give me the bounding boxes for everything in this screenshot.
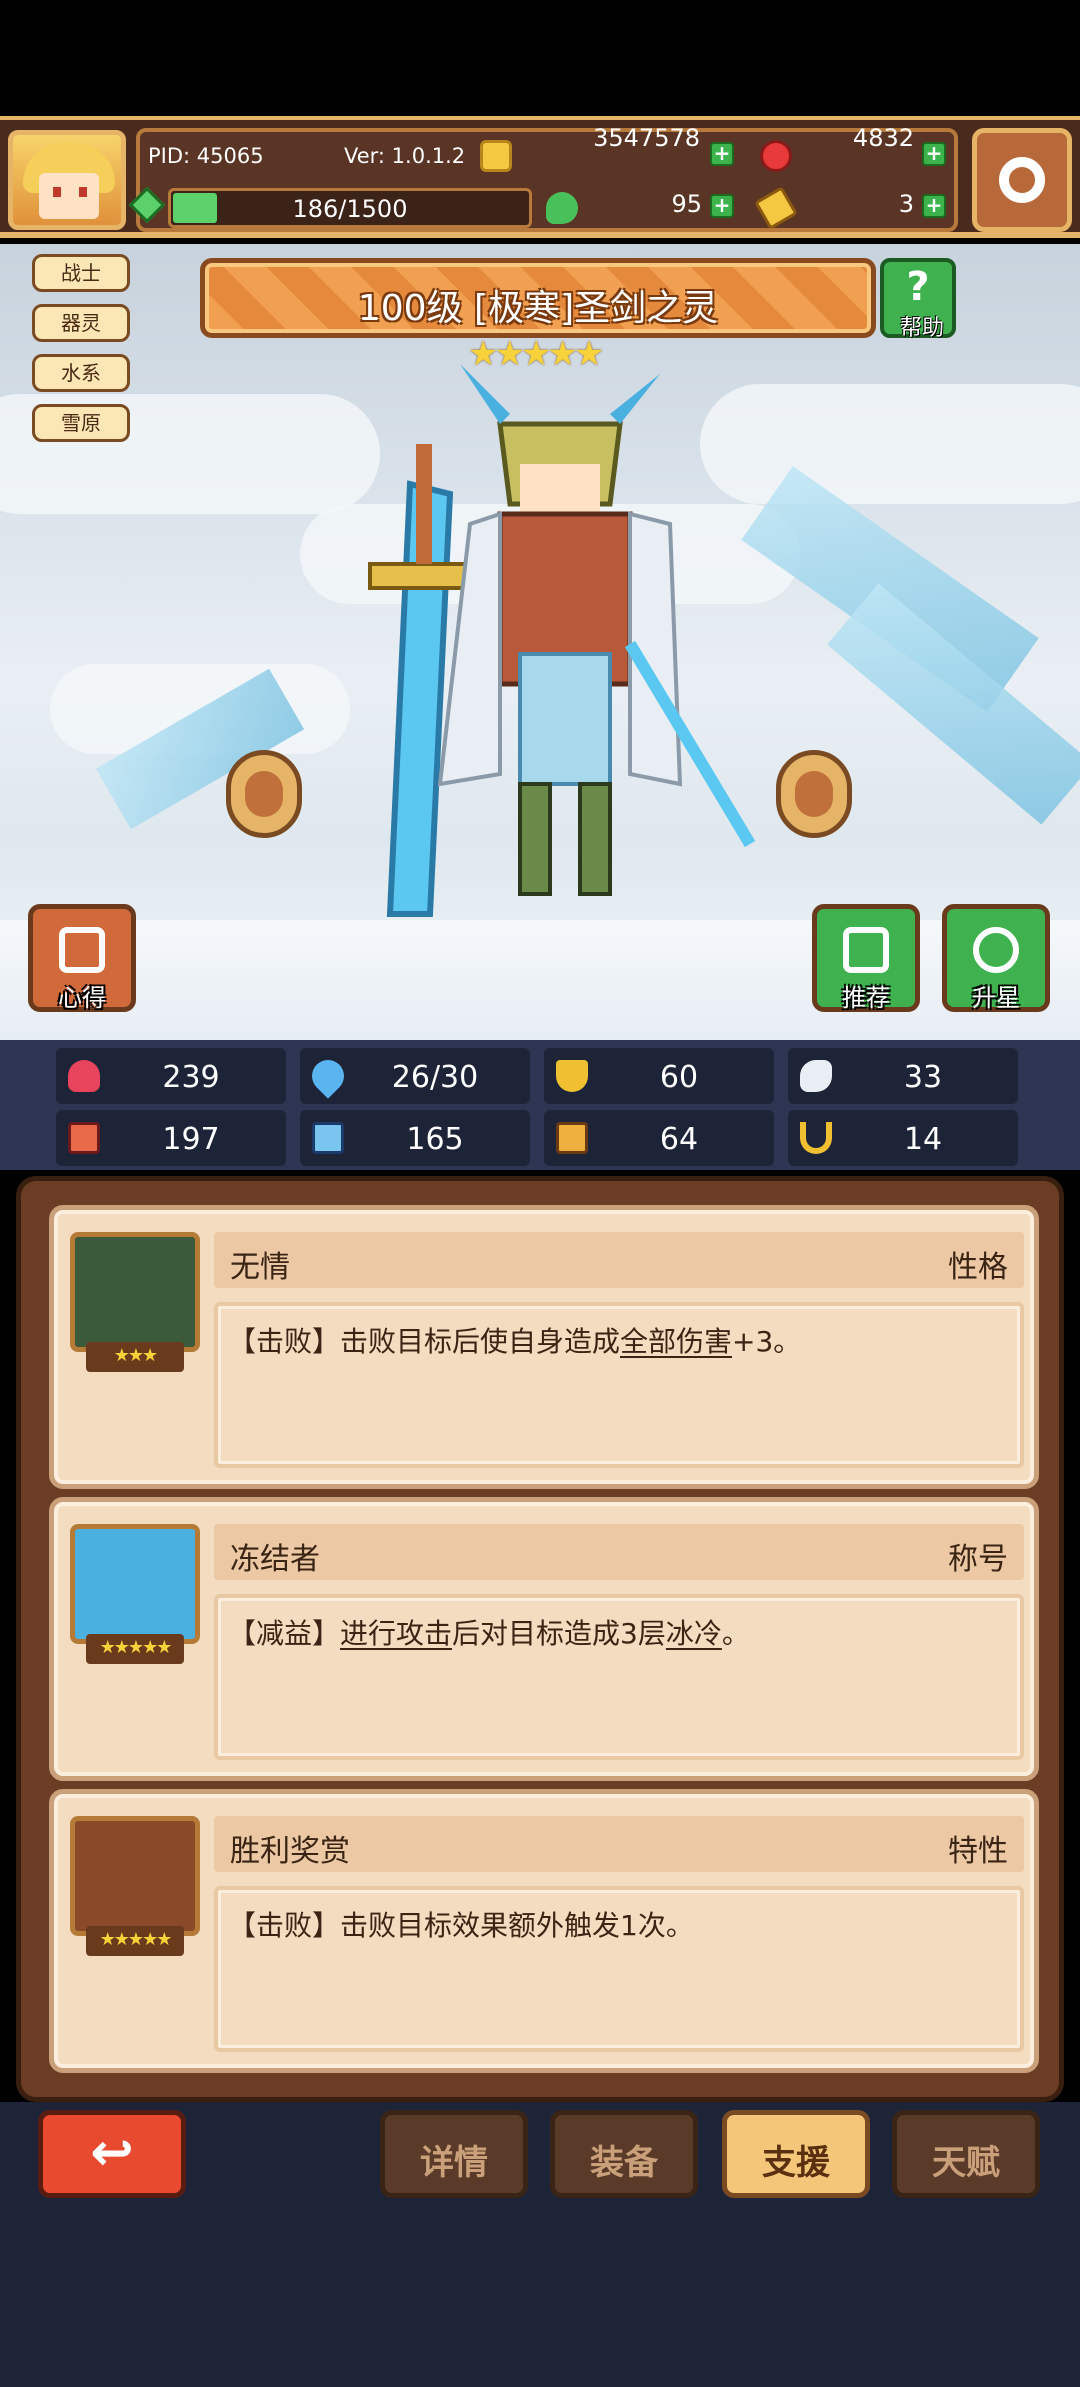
heart-icon [68, 1060, 100, 1092]
stat-luck: 14 [788, 1110, 1018, 1166]
hero-title: 100级 [极寒]圣剑之灵 [357, 288, 719, 329]
keyword-link[interactable]: 冰冷 [666, 1617, 722, 1650]
resource-hud: PID: 45065 Ver: 1.0.1.2 3547578 + 4832 +… [0, 116, 1080, 238]
tab-equipment[interactable]: 装备 [550, 2110, 698, 2198]
tag-region[interactable]: 雪原 [32, 404, 130, 442]
tag-element[interactable]: 水系 [32, 354, 130, 392]
trait-description-box: 【击败】击败目标后使自身造成全部伤害+3。 [214, 1302, 1024, 1468]
add-ticket-button[interactable]: + [922, 194, 946, 218]
stat-skill: 64 [544, 1110, 774, 1166]
question-icon: ? [906, 264, 930, 310]
tab-details[interactable]: 详情 [380, 2110, 528, 2198]
hero-stats: 239 26/30 60 33 197 165 64 14 [0, 1040, 1080, 1170]
gear-icon [999, 157, 1045, 203]
stat-magic: 165 [300, 1110, 530, 1166]
trait-card-feature[interactable]: ★★★★★ 胜利奖赏 特性 【击败】击败目标效果额外触发1次。 [49, 1789, 1039, 2073]
add-clover-button[interactable]: + [710, 194, 734, 218]
notebook-icon [59, 927, 105, 973]
water-drop-icon [305, 1053, 351, 1099]
ticket-amount: 3 [898, 190, 914, 218]
stat-agility: 33 [788, 1048, 1018, 1104]
trait-header: 胜利奖赏 特性 [214, 1816, 1024, 1872]
insight-button[interactable]: 心得 [28, 904, 136, 1012]
star-up-label: 升星 [972, 984, 1020, 1012]
hero-title-banner: 100级 [极寒]圣剑之灵 [200, 258, 876, 338]
star-icon [973, 927, 1019, 973]
trait-stars: ★★★ [86, 1342, 184, 1372]
trait-type: 性格 [948, 1250, 1008, 1285]
system-status-area [0, 0, 1080, 116]
bottom-nav: ↩ 详情 装备 支援 天赋 [0, 2102, 1080, 2387]
trait-name: 无情 [230, 1250, 290, 1285]
keyword-link[interactable]: 全部伤害 [620, 1325, 732, 1358]
red-gem-amount: 4832 [852, 124, 914, 152]
red-gem-icon [760, 140, 792, 172]
tab-support[interactable]: 支援 [722, 2110, 870, 2198]
player-avatar[interactable] [8, 130, 126, 230]
trait-card-title[interactable]: ★★★★★ 冻结者 称号 【减益】进行攻击后对目标造成3层冰冷。 [49, 1497, 1039, 1781]
scroll-icon [556, 1122, 588, 1154]
tab-talent[interactable]: 天赋 [892, 2110, 1040, 2198]
tag-type[interactable]: 器灵 [32, 304, 130, 342]
player-id: PID: 45065 [148, 144, 264, 168]
trait-description: 【击败】击败目标效果额外触发1次。 [228, 1909, 694, 1942]
trait-portrait [70, 1524, 200, 1644]
energy-bar: 186/1500 [168, 188, 532, 228]
trait-header: 冻结者 称号 [214, 1524, 1024, 1580]
gold-coin-icon [480, 140, 512, 172]
help-label: 帮助 [899, 316, 944, 341]
trait-portrait [70, 1232, 200, 1352]
next-hero-arrow[interactable] [776, 750, 852, 838]
stat-mana: 26/30 [300, 1048, 530, 1104]
insight-label: 心得 [58, 984, 106, 1012]
stat-health: 239 [56, 1048, 286, 1104]
trait-type: 称号 [948, 1542, 1008, 1577]
trait-stars: ★★★★★ [86, 1926, 184, 1956]
stat-attack: 197 [56, 1110, 286, 1166]
trait-description-box: 【减益】进行攻击后对目标造成3层冰冷。 [214, 1594, 1024, 1760]
back-button[interactable]: ↩ [38, 2110, 186, 2198]
trait-description-box: 【击败】击败目标效果额外触发1次。 [214, 1886, 1024, 2052]
clover-amount: 95 [671, 190, 702, 218]
fist-icon [68, 1122, 100, 1154]
recommend-label: 推荐 [842, 984, 890, 1012]
gold-amount: 3547578 [593, 124, 700, 152]
keyword-link[interactable]: 进行攻击 [340, 1617, 452, 1650]
shield-icon [556, 1060, 588, 1092]
trait-type: 特性 [948, 1834, 1008, 1869]
trait-description: 【减益】进行攻击后对目标造成3层冰冷。 [228, 1617, 750, 1650]
trait-card-personality[interactable]: ★★★ 无情 性格 【击败】击败目标后使自身造成全部伤害+3。 [49, 1205, 1039, 1489]
add-gold-button[interactable]: + [710, 142, 734, 166]
hero-scene: 战士 器灵 水系 雪原 100级 [极寒]圣剑之灵 ★★★★★ ? 帮助 心得 … [0, 244, 1080, 1040]
trait-portrait [70, 1816, 200, 1936]
tag-class[interactable]: 战士 [32, 254, 130, 292]
trait-name: 胜利奖赏 [230, 1834, 350, 1869]
trait-stars: ★★★★★ [86, 1634, 184, 1664]
hero-sprite [368, 364, 756, 917]
hero-tags: 战士 器灵 水系 雪原 [32, 254, 130, 454]
recommend-button[interactable]: 推荐 [812, 904, 920, 1012]
horseshoe-icon [800, 1122, 832, 1154]
energy-value: 186/1500 [292, 195, 408, 223]
book-icon [312, 1122, 344, 1154]
stat-defense: 60 [544, 1048, 774, 1104]
trait-name: 冻结者 [230, 1542, 320, 1577]
thumbs-up-icon [843, 927, 889, 973]
add-red-gem-button[interactable]: + [922, 142, 946, 166]
settings-button[interactable] [972, 128, 1072, 232]
trait-description: 【击败】击败目标后使自身造成全部伤害+3。 [228, 1325, 802, 1358]
wing-icon [800, 1060, 832, 1092]
clover-icon [546, 192, 578, 224]
star-up-button[interactable]: 升星 [942, 904, 1050, 1012]
trait-header: 无情 性格 [214, 1232, 1024, 1288]
traits-panel: ★★★ 无情 性格 【击败】击败目标后使自身造成全部伤害+3。 ★★★★★ 冻结… [16, 1176, 1064, 2102]
help-button[interactable]: ? 帮助 [880, 258, 956, 341]
game-version: Ver: 1.0.1.2 [344, 144, 466, 168]
previous-hero-arrow[interactable] [226, 750, 302, 838]
back-arrow-icon: ↩ [90, 2123, 134, 2183]
